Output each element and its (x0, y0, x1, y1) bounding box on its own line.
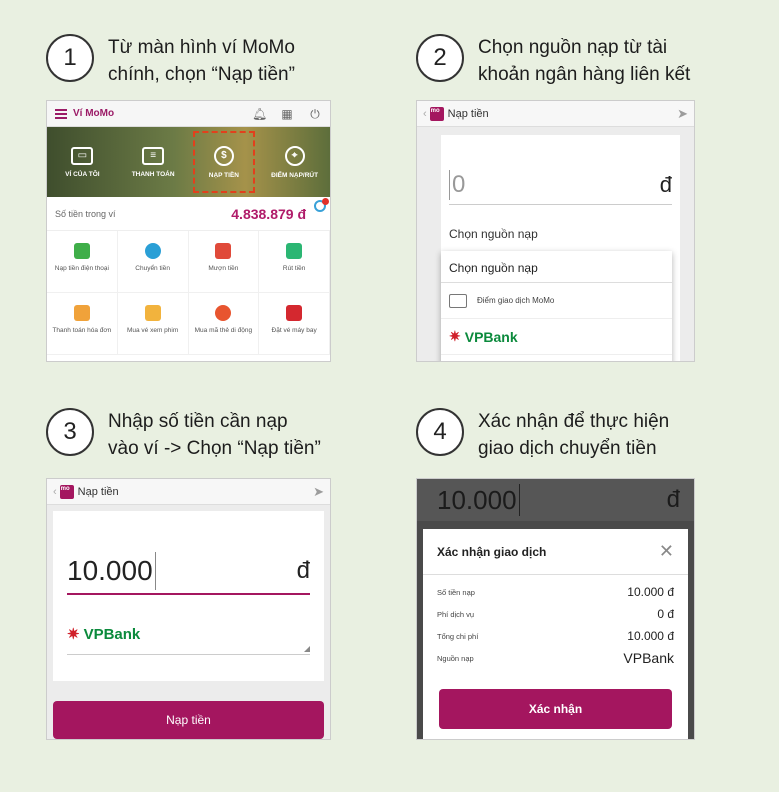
tab-payment[interactable]: ≡ THANH TOÁN (118, 127, 189, 197)
detail-row: Nguồn nạp VPBank (437, 650, 674, 666)
balance-row: Số tiền trong ví 4.838.879 đ (47, 197, 330, 231)
power-icon[interactable]: ⏻ (308, 107, 322, 121)
text-caret (154, 552, 156, 590)
map-pin-icon: ⌖ (284, 145, 305, 166)
tab-cash-points[interactable]: ⌖ ĐIỂM NẠP/RÚT (259, 127, 330, 197)
store-icon (449, 293, 467, 308)
screen-title: Nạp tiền (77, 485, 119, 498)
service-borrow[interactable]: Mượn tiền (188, 231, 260, 293)
confirm-screenshot: 10.000 đ Xác nhận giao dịch ✕ Số tiền nạ… (416, 478, 695, 740)
momo-home-screenshot: Ví MoMo 🔔︎ ▦ ⏻ ▭ VÍ CỦA TÔI ≡ THANH TOÁN $… (46, 100, 331, 362)
nav-bar: ‹ Nạp tiền ➤ (417, 101, 694, 127)
back-icon[interactable]: ‹ (53, 486, 57, 498)
dialog-header: Xác nhận giao dịch ✕ (423, 529, 688, 575)
phone-icon (73, 243, 90, 259)
amount-display: 10.000 đ (417, 479, 694, 521)
balance-label: Số tiền trong ví (55, 208, 116, 219)
step-number: 1 (46, 34, 94, 82)
confirm-dialog: Xác nhận giao dịch ✕ Số tiền nạp 10.000 … (423, 529, 688, 739)
option-momo-store[interactable]: Điểm giao dịch MoMo (441, 283, 672, 319)
card-icon (215, 305, 232, 321)
amount-value: 10.000 (437, 484, 517, 515)
service-withdraw[interactable]: Rút tiền (259, 231, 330, 293)
step-number: 3 (46, 408, 94, 456)
ticket-icon (144, 305, 161, 321)
step-text: Từ màn hình ví MoMo chính, chọn “Nạp tiề… (108, 37, 295, 85)
dollar-icon: $ (213, 145, 234, 166)
step-number: 4 (416, 408, 464, 456)
service-bill-payment[interactable]: Thanh toán hóa đơn (47, 293, 118, 355)
momo-logo-icon (429, 106, 444, 121)
momo-logo-icon (59, 484, 74, 499)
menu-icon[interactable] (55, 108, 67, 119)
currency-symbol: đ (659, 171, 672, 197)
choose-source-screenshot: ‹ Nạp tiền ➤ 0 đ Chọn nguồn nạp Chọn ngu… (416, 100, 695, 362)
qr-icon[interactable]: ▦ (280, 107, 294, 121)
plane-icon (286, 305, 303, 321)
back-icon[interactable]: ‹ (423, 108, 427, 120)
main-tabs: ▭ VÍ CỦA TÔI ≡ THANH TOÁN $ NẠP TIỀN ⌖ ĐIỂM … (47, 127, 330, 197)
service-movie-tickets[interactable]: Mua vé xem phim (117, 293, 189, 355)
top-up-button[interactable]: Nạp tiền (53, 701, 324, 739)
vpbank-logo-icon: ✷ (67, 626, 80, 643)
detail-list: Số tiền nạp 10.000 đ Phí dịch vụ 0 đ Tổn… (423, 575, 688, 669)
detail-row: Tổng chi phí 10.000 đ (437, 629, 674, 643)
send-icon[interactable]: ➤ (313, 484, 324, 500)
close-icon[interactable]: ✕ (659, 541, 674, 562)
step-1-header: 1 Từ màn hình ví MoMo chính, chọn “Nạp t… (46, 34, 295, 88)
form-panel: 10.000 đ ✷ VPBank (53, 511, 324, 681)
bell-icon[interactable]: 🔔︎ (252, 107, 267, 121)
service-flight-tickets[interactable]: Đặt vé máy bay (259, 293, 330, 355)
step-4-header: 4 Xác nhận để thực hiện giao dịch chuyển… (416, 408, 669, 462)
step-number: 2 (416, 34, 464, 82)
app-header: Ví MoMo 🔔︎ ▦ ⏻ (47, 101, 330, 127)
nav-bar: ‹ Nạp tiền ➤ (47, 479, 330, 505)
bill-icon: ≡ (142, 146, 165, 165)
confirm-button[interactable]: Xác nhận (439, 689, 672, 729)
amount-input[interactable]: 0 đ (449, 165, 672, 205)
detail-row: Phí dịch vụ 0 đ (437, 607, 674, 621)
step-2-header: 2 Chọn nguồn nạp từ tài khoản ngân hàng … (416, 34, 690, 88)
invoice-icon (73, 305, 90, 321)
service-phone-card[interactable]: Mua mã thẻ di động (188, 293, 260, 355)
currency-symbol: đ (296, 557, 310, 584)
refresh-icon[interactable] (314, 198, 329, 212)
service-phone-topup[interactable]: Nạp tiền điện thoại (47, 231, 118, 293)
step-3-header: 3 Nhập số tiền cần nạp vào ví -> Chọn “N… (46, 408, 321, 462)
amount-value: 10.000 (67, 555, 153, 586)
step-text: Chọn nguồn nạp từ tài khoản ngân hàng li… (478, 37, 691, 85)
text-caret (449, 169, 450, 200)
borrow-icon (215, 243, 232, 259)
tab-top-up[interactable]: $ NẠP TIỀN (189, 127, 260, 197)
step-text: Xác nhận để thực hiện giao dịch chuyển t… (478, 411, 670, 459)
form-panel: 0 đ Chọn nguồn nạp Chọn nguồn nạp Điểm g… (441, 135, 680, 361)
send-icon[interactable]: ➤ (677, 106, 688, 122)
step-text: Nhập số tiền cần nạp vào ví -> Chọn “Nạp… (108, 411, 321, 459)
dropdown-corner-icon (304, 646, 310, 652)
amount-value: 0 (452, 170, 466, 198)
source-select[interactable]: Chọn nguồn nạp (449, 227, 538, 241)
tab-wallet[interactable]: ▭ VÍ CỦA TÔI (47, 127, 118, 197)
enter-amount-screenshot: ‹ Nạp tiền ➤ 10.000 đ ✷ VPBank Nạp tiền (46, 478, 331, 740)
currency-symbol: đ (666, 486, 680, 513)
dropdown-header: Chọn nguồn nạp (441, 251, 672, 283)
transfer-icon (144, 243, 161, 259)
amount-input[interactable]: 10.000 đ (67, 549, 310, 595)
service-transfer[interactable]: Chuyển tiền (117, 231, 189, 293)
vpbank-logo-icon: ✷ (449, 328, 461, 344)
dialog-title: Xác nhận giao dịch (437, 544, 547, 559)
screen-title: Nạp tiền (447, 107, 489, 120)
text-caret (518, 484, 520, 516)
app-title: Ví MoMo (73, 108, 115, 119)
wallet-icon: ▭ (71, 146, 94, 165)
source-select[interactable]: ✷ VPBank (67, 619, 310, 655)
option-vpbank[interactable]: ✷ VPBank (441, 319, 672, 355)
withdraw-icon (286, 243, 303, 259)
detail-row: Số tiền nạp 10.000 đ (437, 585, 674, 599)
service-grid: Nạp tiền điện thoại Chuyển tiền Mượn tiề… (47, 231, 330, 355)
source-dropdown: Chọn nguồn nạp Điểm giao dịch MoMo ✷ VPB… (441, 251, 672, 361)
balance-value: 4.838.879 đ (231, 205, 306, 222)
